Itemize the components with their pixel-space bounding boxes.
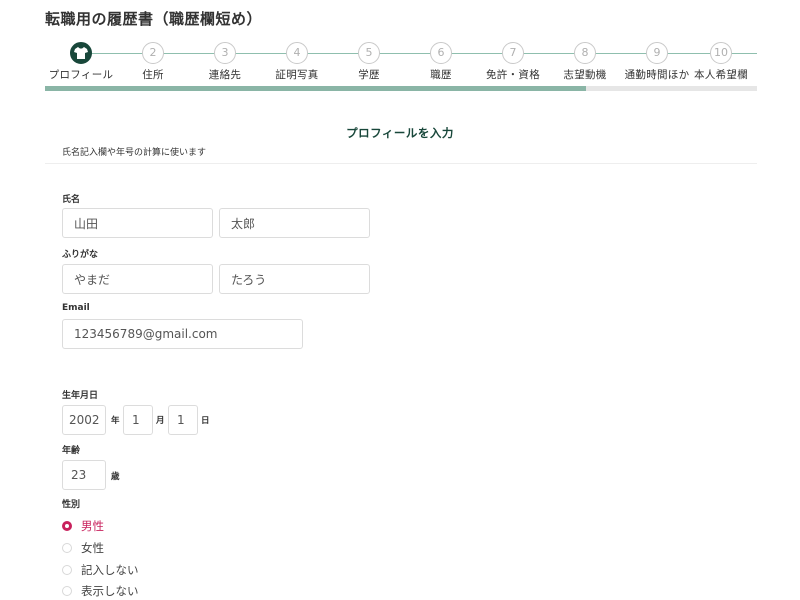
step-circle: 3 [214,42,236,64]
age-input[interactable] [62,460,106,490]
step-commute[interactable]: 9 通勤時間ほか [621,42,693,82]
birth-date-label: 生年月日 [62,391,99,401]
progress-bar [45,86,757,91]
step-label: 証明写真 [275,69,319,81]
step-address[interactable]: 2 住所 [117,42,189,82]
step-photo[interactable]: 4 証明写真 [261,42,333,82]
email-input[interactable] [62,319,303,349]
gender-label: 性別 [62,500,81,510]
step-motivation[interactable]: 8 志望動機 [549,42,621,82]
step-circle: 10 [710,42,732,64]
section-title: プロフィールを入力 [346,126,454,140]
radio-unchecked-icon [62,565,72,575]
step-circle: 2 [142,42,164,64]
step-label: 免許・資格 [486,69,540,81]
page-title: 転職用の履歴書（職歴欄短め） [45,10,263,28]
step-circle: 4 [286,42,308,64]
furigana-label: ふりがな [62,250,99,260]
step-label: 学歴 [358,69,380,81]
step-label: 通勤時間ほか [624,69,690,81]
step-contact[interactable]: 3 連絡先 [189,42,261,82]
age-unit: 歳 [111,472,120,482]
gender-option-label: 男性 [81,519,104,533]
last-name-input[interactable] [62,208,213,238]
section-divider [45,163,757,164]
gender-option-no-entry[interactable]: 記入しない [62,562,139,578]
birth-day-input[interactable] [168,405,198,435]
step-circle: 6 [430,42,452,64]
month-unit: 月 [156,416,165,426]
step-work-history[interactable]: 6 職歴 [405,42,477,82]
step-licenses[interactable]: 7 免許・資格 [477,42,549,82]
step-label: プロフィール [48,69,114,81]
birth-month-input[interactable] [123,405,153,435]
age-label: 年齢 [62,446,81,456]
radio-checked-icon [62,521,72,531]
radio-unchecked-icon [62,586,72,596]
step-preferences[interactable]: 10 本人希望欄 [685,42,757,82]
first-name-input[interactable] [219,208,370,238]
section-subtitle: 氏名記入欄や年号の計算に使います [62,148,207,158]
progress-fill [45,86,587,91]
step-label: 職歴 [430,69,452,81]
gender-option-label: 女性 [81,541,104,555]
gender-option-female[interactable]: 女性 [62,540,104,556]
step-navigation: プロフィール 2 住所 3 連絡先 4 証明写真 5 学歴 6 職歴 7 免許・… [45,42,757,92]
step-circle: 7 [502,42,524,64]
last-name-kana-input[interactable] [62,264,213,294]
day-unit: 日 [201,416,210,426]
step-label: 連絡先 [208,69,242,81]
step-profile[interactable]: プロフィール [45,42,117,82]
step-label: 本人希望欄 [694,69,748,81]
step-circle: 9 [646,42,668,64]
step-education[interactable]: 5 学歴 [333,42,405,82]
email-label: Email [62,303,90,313]
year-unit: 年 [111,416,120,426]
name-label: 氏名 [62,195,81,205]
radio-unchecked-icon [62,543,72,553]
shirt-icon [74,47,88,59]
step-circle: 8 [574,42,596,64]
step-label: 志望動機 [563,69,607,81]
step-circle: 5 [358,42,380,64]
birth-year-input[interactable] [62,405,106,435]
gender-option-male[interactable]: 男性 [62,518,104,534]
gender-option-label: 記入しない [81,563,139,577]
first-name-kana-input[interactable] [219,264,370,294]
gender-option-label: 表示しない [81,584,139,598]
gender-option-hide[interactable]: 表示しない [62,583,139,599]
step-circle-active [70,42,92,64]
step-label: 住所 [142,69,164,81]
